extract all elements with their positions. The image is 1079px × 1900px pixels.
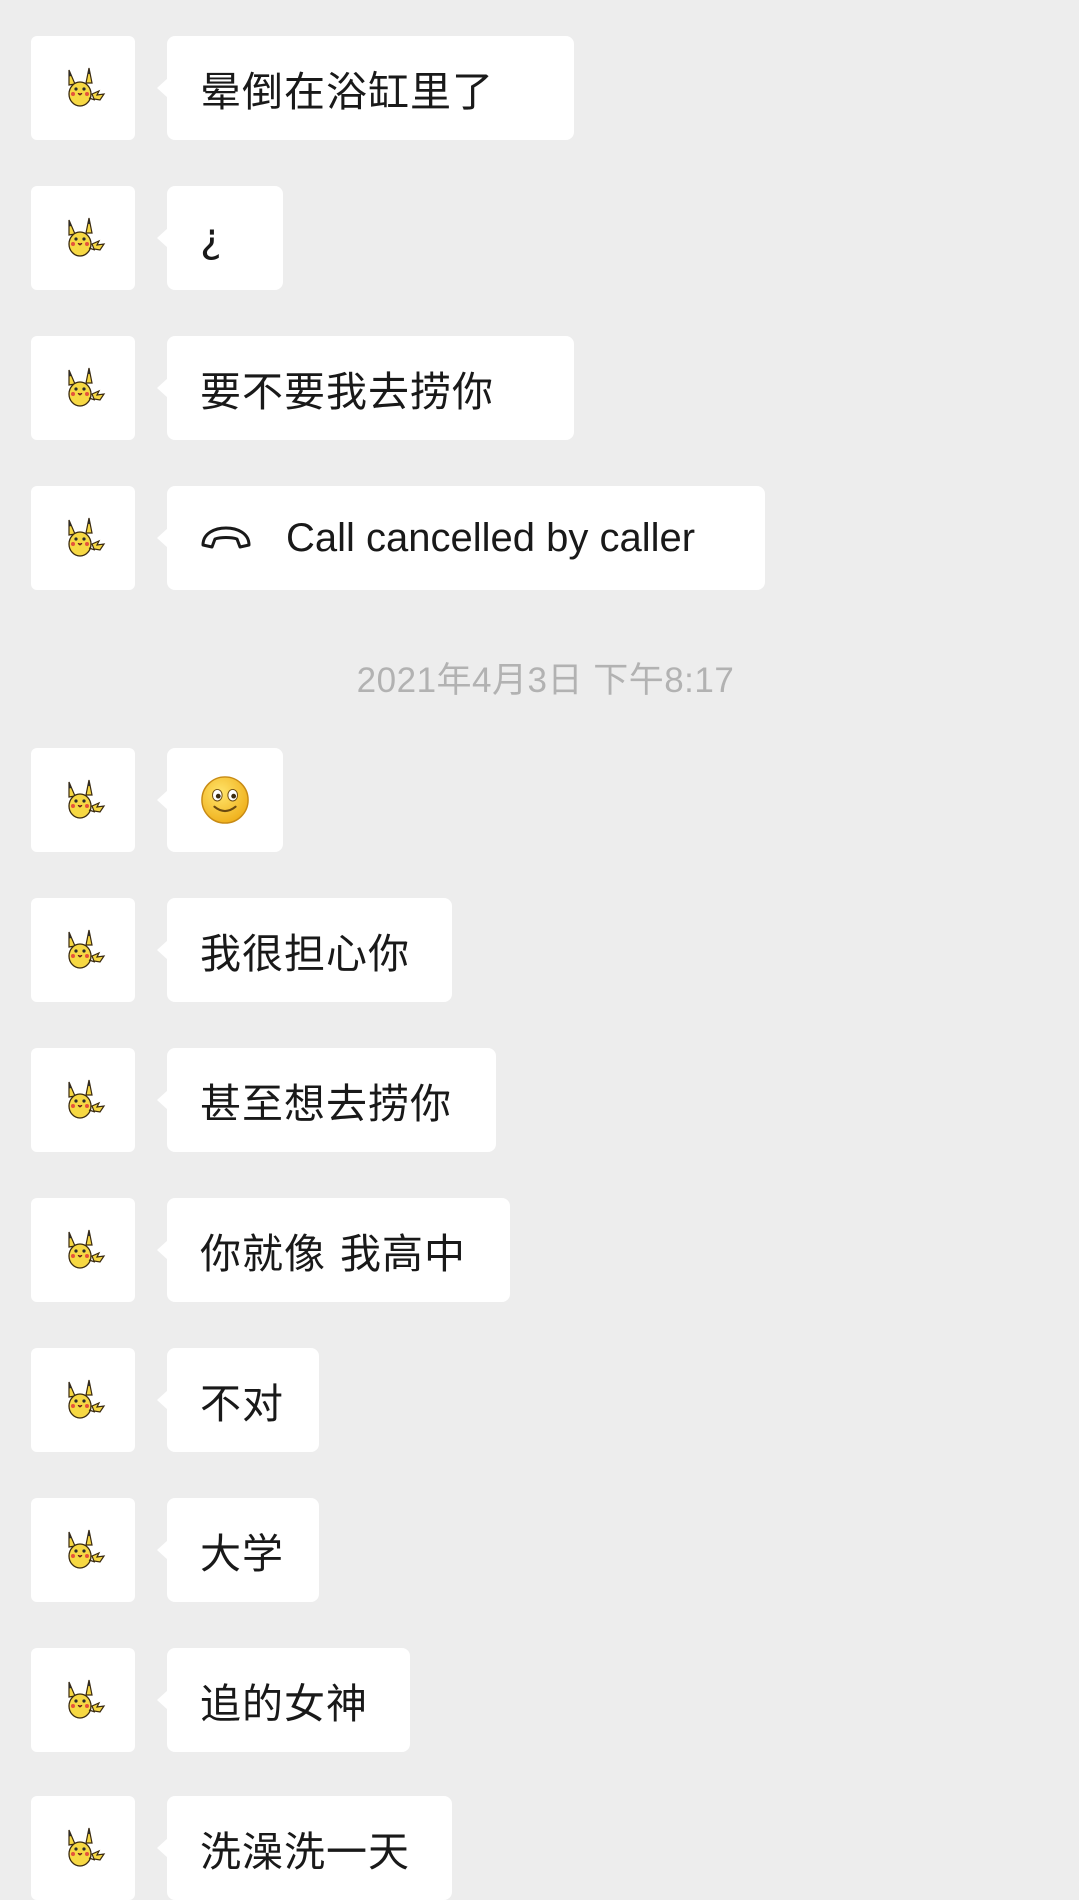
smile-emoji-icon (201, 776, 249, 824)
pikachu-avatar-icon[interactable] (31, 36, 135, 140)
pikachu-avatar-icon[interactable] (31, 486, 135, 590)
pikachu-icon (59, 1676, 107, 1724)
pikachu-avatar-icon[interactable] (31, 336, 135, 440)
message-text: ¿ (200, 214, 223, 262)
chat-message-list[interactable]: 晕倒在浴缸里了 ¿ 要不要我去捞你 Call cancelled by call… (0, 0, 1079, 1900)
message-bubble[interactable]: ¿ (157, 186, 283, 290)
message-text: 要不要我去捞你 (200, 368, 494, 416)
pikachu-icon (59, 364, 107, 412)
message-bubble[interactable]: 大学 (157, 1498, 319, 1602)
message-text: 洗澡洗一天 (200, 1828, 410, 1876)
pikachu-icon (59, 1824, 107, 1872)
pikachu-icon (59, 926, 107, 974)
message-bubble[interactable]: 晕倒在浴缸里了 (157, 36, 574, 140)
pikachu-icon (59, 1526, 107, 1574)
chat-timestamp: 2021年4月3日 下午8:17 (356, 661, 735, 700)
pikachu-avatar-icon[interactable] (31, 898, 135, 1002)
message-text: 你就像 我高中 (200, 1230, 467, 1278)
message-bubble[interactable]: 追的女神 (157, 1648, 410, 1752)
message-text: 我很担心你 (200, 930, 410, 978)
message-text: 晕倒在浴缸里了 (200, 68, 494, 116)
message-bubble[interactable]: 不对 (157, 1348, 319, 1452)
pikachu-avatar-icon[interactable] (31, 1048, 135, 1152)
pikachu-icon (59, 1376, 107, 1424)
pikachu-avatar-icon[interactable] (31, 1198, 135, 1302)
message-bubble[interactable]: 我很担心你 (157, 898, 452, 1002)
message-bubble[interactable]: 甚至想去捞你 (157, 1048, 496, 1152)
pikachu-icon (59, 776, 107, 824)
message-bubble[interactable]: 洗澡洗一天 (157, 1796, 452, 1900)
message-text: 大学 (200, 1530, 284, 1578)
pikachu-icon (59, 64, 107, 112)
call-status-text: Call cancelled by caller (286, 515, 696, 560)
message-text: 甚至想去捞你 (200, 1080, 452, 1128)
pikachu-icon (59, 214, 107, 262)
message-text: 不对 (200, 1380, 284, 1428)
pikachu-avatar-icon[interactable] (31, 1348, 135, 1452)
message-text: 追的女神 (200, 1680, 368, 1728)
message-bubble[interactable]: 要不要我去捞你 (157, 336, 574, 440)
pikachu-icon (59, 1076, 107, 1124)
call-message-bubble[interactable]: Call cancelled by caller (157, 486, 765, 590)
pikachu-icon (59, 514, 107, 562)
message-bubble[interactable] (157, 748, 283, 852)
pikachu-avatar-icon[interactable] (31, 1796, 135, 1900)
pikachu-avatar-icon[interactable] (31, 1498, 135, 1602)
pikachu-avatar-icon[interactable] (31, 1648, 135, 1752)
pikachu-icon (59, 1226, 107, 1274)
phone-hangup-icon (201, 526, 251, 549)
message-bubble[interactable]: 你就像 我高中 (157, 1198, 510, 1302)
pikachu-avatar-icon[interactable] (31, 186, 135, 290)
pikachu-avatar-icon[interactable] (31, 748, 135, 852)
